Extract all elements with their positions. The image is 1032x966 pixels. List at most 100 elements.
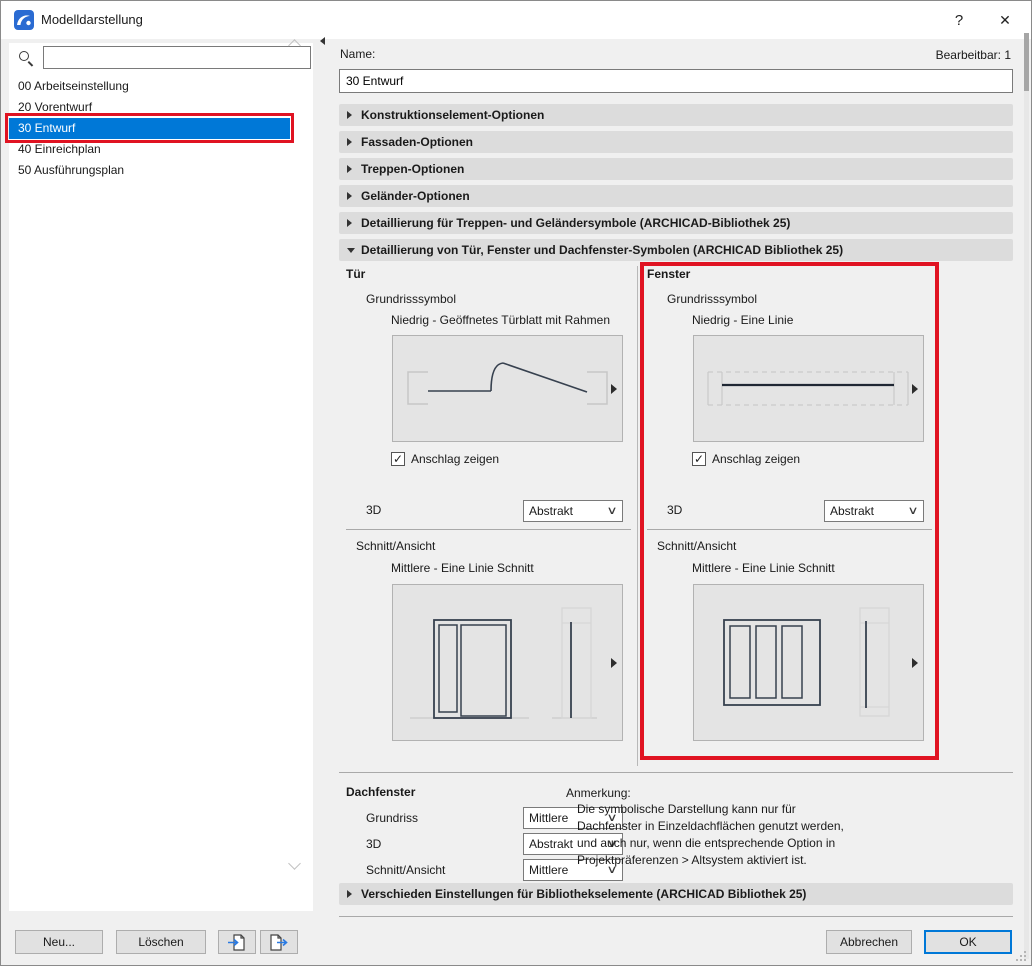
window-3d-combo[interactable]: Abstrakt ∨ <box>824 500 924 522</box>
door-section-preview[interactable] <box>392 584 623 741</box>
chevron-right-icon <box>347 192 352 200</box>
accordion-label: Geländer-Optionen <box>361 189 470 203</box>
accordion-label: Detaillierung von Tür, Fenster und Dachf… <box>361 243 843 257</box>
export-icon <box>269 934 289 951</box>
note-line: Dachfenster in Einzeldachflächen genutzt… <box>577 818 844 835</box>
search-icon <box>17 49 35 67</box>
search-row <box>9 43 313 75</box>
door-section-detail-label: Mittlere - Eine Linie Schnitt <box>391 561 534 575</box>
delete-button[interactable]: Löschen <box>116 930 206 954</box>
accordion-label: Verschieden Einstellungen für Bibliothek… <box>361 887 806 901</box>
accordion-treppen[interactable]: Treppen-Optionen <box>339 158 1013 180</box>
window-3d-label: 3D <box>667 503 682 517</box>
search-input[interactable] <box>43 46 311 69</box>
window-section-label: Schnitt/Ansicht <box>657 539 736 553</box>
section-separator <box>339 772 1013 773</box>
accordion-detail-tuer-fenster[interactable]: Detaillierung von Tür, Fenster und Dachf… <box>339 239 1013 261</box>
preset-list: 00 Arbeitseinstellung 20 Vorentwurf 30 E… <box>9 76 313 181</box>
chevron-right-icon <box>347 165 352 173</box>
cancel-button[interactable]: Abbrechen <box>826 930 912 954</box>
resize-grip-icon[interactable] <box>1016 951 1027 962</box>
preview-picker-icon[interactable] <box>912 658 918 668</box>
ok-button[interactable]: OK <box>924 930 1012 954</box>
checkbox-checked-icon[interactable]: ✓ <box>391 452 405 466</box>
title-bar[interactable]: Modelldarstellung ? ✕ <box>1 1 1031 39</box>
editable-count-label: Bearbeitbar: 1 <box>936 48 1011 62</box>
window-show-jamb-label: Anschlag zeigen <box>712 452 800 466</box>
chevron-right-icon <box>347 111 352 119</box>
window-separator <box>647 529 932 530</box>
accordion-konstruktionselement[interactable]: Konstruktionselement-Optionen <box>339 104 1013 126</box>
preview-picker-icon[interactable] <box>611 384 617 394</box>
close-button[interactable]: ✕ <box>983 1 1027 39</box>
list-item-selected[interactable]: 30 Entwurf <box>9 118 290 139</box>
door-plan-detail-label: Niedrig - Geöffnetes Türblatt mit Rahmen <box>391 313 610 327</box>
list-item[interactable]: 00 Arbeitseinstellung <box>9 76 313 97</box>
door-show-jamb-row[interactable]: ✓ Anschlag zeigen <box>391 452 499 466</box>
accordion-label: Fassaden-Optionen <box>361 135 473 149</box>
chevron-right-icon <box>347 138 352 146</box>
import-icon <box>227 934 247 951</box>
import-button[interactable] <box>218 930 256 954</box>
chevron-down-icon: ∨ <box>606 504 617 517</box>
name-input[interactable] <box>339 69 1013 93</box>
list-item[interactable]: 20 Vorentwurf <box>9 97 313 118</box>
door-3d-combo[interactable]: Abstrakt ∨ <box>523 500 623 522</box>
list-item[interactable]: 50 Ausführungsplan <box>9 160 313 181</box>
accordion-label: Konstruktionselement-Optionen <box>361 108 544 122</box>
modelldarstellung-dialog: Modelldarstellung ? ✕ 00 Arbeitseinstell… <box>0 0 1032 966</box>
chevron-right-icon <box>347 219 352 227</box>
door-plan-label: Grundrisssymbol <box>366 292 456 306</box>
name-label: Name: <box>340 47 375 61</box>
door-3d-label: 3D <box>366 503 381 517</box>
chevron-down-icon <box>347 248 355 253</box>
checkbox-checked-icon[interactable]: ✓ <box>692 452 706 466</box>
accordion-detail-treppen-gelaender[interactable]: Detaillierung für Treppen- und Geländers… <box>339 212 1013 234</box>
list-item[interactable]: 40 Einreichplan <box>9 139 313 160</box>
export-button[interactable] <box>260 930 298 954</box>
door-column-title: Tür <box>346 267 365 281</box>
window-show-jamb-row[interactable]: ✓ Anschlag zeigen <box>692 452 800 466</box>
chevron-right-icon <box>347 890 352 898</box>
footer-separator <box>339 916 1013 917</box>
window-section-detail-label: Mittlere - Eine Linie Schnitt <box>692 561 835 575</box>
accordion-verschieden-einstellungen[interactable]: Verschieden Einstellungen für Bibliothek… <box>339 883 1013 905</box>
chevron-down-icon: ∨ <box>907 504 918 517</box>
note-line: Die symbolische Darstellung kann nur für <box>577 801 844 818</box>
help-button[interactable]: ? <box>937 1 981 39</box>
window-plan-label: Grundrisssymbol <box>667 292 757 306</box>
preview-picker-icon[interactable] <box>912 384 918 394</box>
collapse-panel-icon[interactable] <box>320 37 325 45</box>
combo-value: Mittlere <box>529 863 568 877</box>
combo-value: Abstrakt <box>830 504 874 518</box>
new-button[interactable]: Neu... <box>15 930 103 954</box>
dialog-title: Modelldarstellung <box>41 12 143 27</box>
archicad-logo-icon <box>14 10 34 30</box>
accordion-fassaden[interactable]: Fassaden-Optionen <box>339 131 1013 153</box>
note-line: Projektpräferenzen > Altsystem aktiviert… <box>577 852 844 869</box>
note-line: und auch nur, wenn die entsprechende Opt… <box>577 835 844 852</box>
combo-value: Abstrakt <box>529 504 573 518</box>
accordion-gelaender[interactable]: Geländer-Optionen <box>339 185 1013 207</box>
window-column-title: Fenster <box>647 267 690 281</box>
note-text: Die symbolische Darstellung kann nur für… <box>577 801 844 869</box>
accordion-label: Detaillierung für Treppen- und Geländers… <box>361 216 790 230</box>
door-section-label: Schnitt/Ansicht <box>356 539 435 553</box>
preview-picker-icon[interactable] <box>611 658 617 668</box>
window-plan-preview[interactable] <box>693 335 924 442</box>
window-plan-detail-label: Niedrig - Eine Linie <box>692 313 793 327</box>
door-separator <box>346 529 631 530</box>
roof-3d-label: 3D <box>366 837 381 851</box>
column-divider <box>637 266 638 766</box>
door-show-jamb-label: Anschlag zeigen <box>411 452 499 466</box>
roof-window-title: Dachfenster <box>346 785 415 799</box>
accordion-label: Treppen-Optionen <box>361 162 464 176</box>
door-plan-preview[interactable] <box>392 335 623 442</box>
window-section-preview[interactable] <box>693 584 924 741</box>
vertical-scrollbar[interactable] <box>1024 33 1029 959</box>
roof-section-label: Schnitt/Ansicht <box>366 863 445 877</box>
scrollbar-thumb[interactable] <box>1024 33 1029 91</box>
roof-plan-label: Grundriss <box>366 811 418 825</box>
note-title: Anmerkung: <box>566 786 631 800</box>
combo-value: Mittlere <box>529 811 568 825</box>
